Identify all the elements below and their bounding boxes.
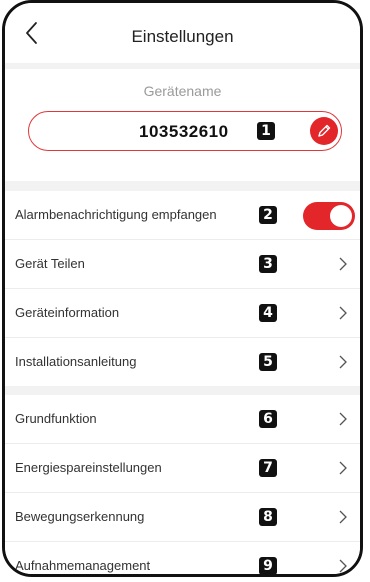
pencil-icon xyxy=(318,124,331,137)
chevron-right-icon xyxy=(339,355,347,369)
edit-name-button[interactable] xyxy=(310,117,338,145)
device-name-value: 103532610 xyxy=(139,122,229,141)
row-installation-guide[interactable]: Installationsanleitung 5 xyxy=(5,338,360,386)
page-title: Einstellungen xyxy=(131,27,234,46)
chevron-right-icon xyxy=(339,510,347,524)
app-header: Einstellungen xyxy=(5,3,360,63)
row-basic-function[interactable]: Grundfunktion 6 xyxy=(5,395,360,444)
row-label: Alarmbenachrichtigung empfangen xyxy=(15,207,217,222)
row-motion-detection[interactable]: Bewegungserkennung 8 xyxy=(5,493,360,542)
step-badge: 9 xyxy=(259,557,277,574)
step-badge: 7 xyxy=(259,459,277,477)
toggle-knob xyxy=(330,205,352,227)
step-badge: 1 xyxy=(257,122,275,140)
device-name-field[interactable]: 103532610 1 xyxy=(28,111,342,151)
row-label: Energiesparеinstellungen xyxy=(15,460,162,475)
step-badge: 2 xyxy=(259,206,277,224)
chevron-right-icon xyxy=(339,257,347,271)
row-recording-management[interactable]: Aufnahmemanagement 9 xyxy=(5,542,360,574)
row-label: Gerät Teilen xyxy=(15,256,85,271)
device-name-label: Gerätename xyxy=(143,83,222,99)
row-energy-saving[interactable]: Energiesparеinstellungen 7 xyxy=(5,444,360,493)
device-name-card: Gerätename 103532610 1 xyxy=(5,69,360,181)
row-label: Aufnahmemanagement xyxy=(15,558,151,573)
row-share-device[interactable]: Gerät Teilen 3 xyxy=(5,240,360,289)
row-label: Grundfunktion xyxy=(15,411,97,426)
chevron-right-icon xyxy=(339,306,347,320)
chevron-right-icon xyxy=(339,559,347,573)
phone-frame: Einstellungen Gerätename 103532610 1 Ala… xyxy=(2,0,363,577)
alarm-notification-toggle[interactable] xyxy=(303,202,355,230)
chevron-right-icon xyxy=(339,412,347,426)
row-label: Bewegungserkennung xyxy=(15,509,145,524)
step-badge: 4 xyxy=(259,304,277,322)
step-badge: 3 xyxy=(259,255,277,273)
chevron-right-icon xyxy=(339,461,347,475)
row-label: Geräteinformation xyxy=(15,305,120,320)
row-alarm-notification[interactable]: Alarmbenachrichtigung empfangen 2 xyxy=(5,191,360,240)
step-badge: 5 xyxy=(259,353,277,371)
settings-section: Alarmbenachrichtigung empfangen 2 Gerät … xyxy=(5,191,360,386)
step-badge: 8 xyxy=(259,508,277,526)
step-badge: 6 xyxy=(259,410,277,428)
row-device-information[interactable]: Geräteinformation 4 xyxy=(5,289,360,338)
row-label: Installationsanleitung xyxy=(15,354,137,369)
functions-section: Grundfunktion 6 Energiesparеinstellungen… xyxy=(5,395,360,574)
